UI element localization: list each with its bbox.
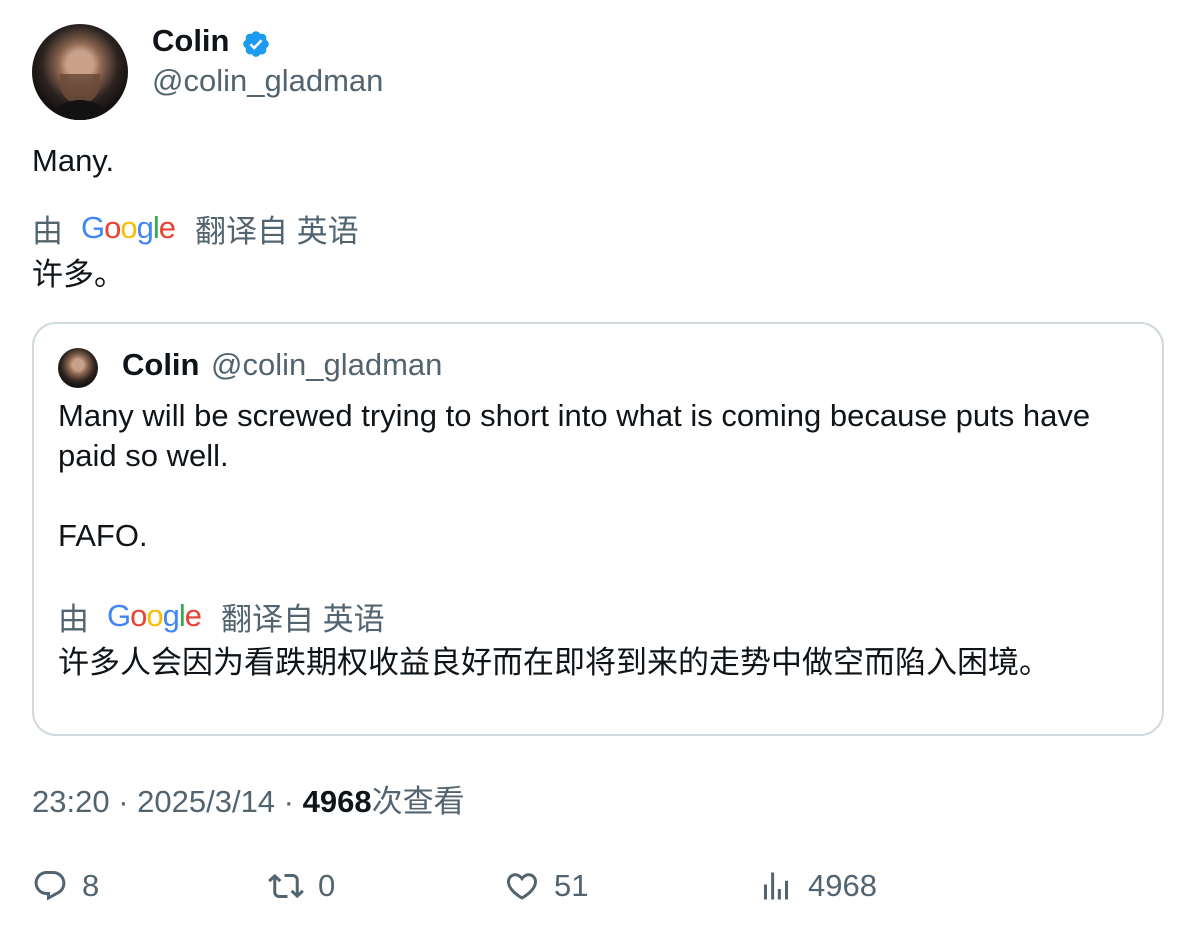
- tweet-date[interactable]: 2025/3/14: [137, 784, 275, 819]
- views-icon: [764, 872, 788, 900]
- google-logo: Google: [81, 210, 176, 245]
- like-count: 51: [554, 868, 589, 903]
- google-logo: Google: [107, 598, 202, 633]
- author-handle[interactable]: @colin_gladman: [152, 62, 383, 100]
- quoted-translated-text: 许多人会因为看跌期权收益良好而在即将到来的走势中做空而陷入困境。: [58, 645, 1050, 680]
- quoted-translation-by: 由: [58, 601, 89, 637]
- quoted-translation-attribution[interactable]: 由 Google 翻译自 英语: [58, 596, 385, 637]
- reply-icon: [34, 871, 66, 901]
- quoted-author-avatar: [58, 348, 98, 388]
- views-button[interactable]: 4968: [758, 868, 877, 904]
- verified-badge-icon: [243, 31, 269, 57]
- reply-button[interactable]: 8: [32, 868, 99, 904]
- tweet-text: Many.: [32, 143, 115, 178]
- author-avatar[interactable]: [32, 24, 128, 120]
- repost-icon: [268, 873, 304, 899]
- like-button[interactable]: 51: [504, 868, 588, 904]
- translation-attribution[interactable]: 由 Google 翻译自 英语: [32, 208, 359, 249]
- quoted-author-name: Colin: [122, 347, 200, 382]
- repost-count: 0: [318, 868, 336, 903]
- quoted-author-handle: @colin_gladman: [211, 347, 443, 382]
- author-name[interactable]: Colin: [152, 22, 230, 60]
- reply-count: 8: [82, 868, 100, 903]
- translation-note: 翻译自 英语: [195, 213, 359, 249]
- repost-button[interactable]: 0: [268, 868, 335, 904]
- translated-text: 许多。: [32, 257, 125, 292]
- views-count: 4968: [302, 784, 372, 819]
- action-bar: 8 0 51 4968: [0, 868, 1196, 912]
- quoted-translation-note: 翻译自 英语: [221, 601, 385, 637]
- tweet-time[interactable]: 23:20: [32, 784, 110, 819]
- quoted-tweet-text: Many will be screwed trying to short int…: [58, 398, 1091, 553]
- tweet-meta: 23:20 · 2025/3/14 · 4968次查看: [32, 784, 465, 819]
- like-icon: [506, 873, 538, 900]
- views-label: 次查看: [371, 784, 465, 819]
- views-action-count: 4968: [808, 868, 877, 903]
- translation-by: 由: [32, 213, 63, 249]
- quoted-tweet[interactable]: Colin @colin_gladman Many will be screwe…: [32, 322, 1164, 736]
